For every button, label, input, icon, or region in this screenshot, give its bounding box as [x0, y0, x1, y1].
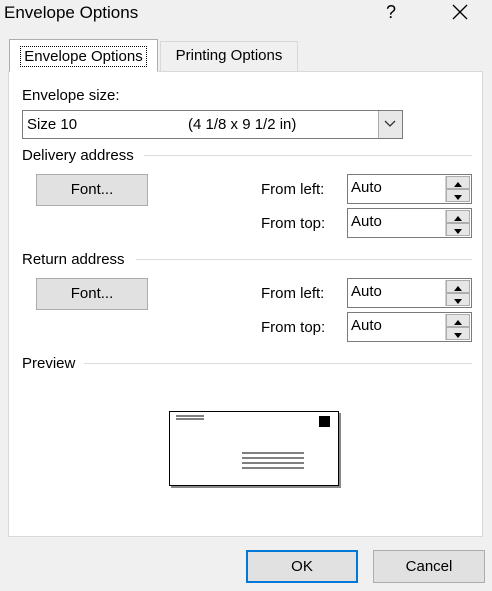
delivery-from-left-stepper[interactable]: Auto — [347, 174, 472, 204]
preview-heading: Preview — [22, 355, 76, 372]
return-from-top-value: Auto — [351, 317, 382, 334]
preview-separator — [84, 363, 472, 364]
envelope-size-label: Envelope size: — [22, 87, 120, 104]
envelope-preview-graphic — [176, 415, 330, 469]
delivery-address-heading: Delivery address — [22, 147, 134, 164]
decrement-button[interactable] — [446, 223, 470, 236]
return-from-top-stepper[interactable]: Auto — [347, 312, 472, 342]
delivery-from-top-value: Auto — [351, 213, 382, 230]
triangle-down-icon — [454, 195, 462, 200]
return-address-heading: Return address — [22, 251, 125, 268]
decrement-button[interactable] — [446, 293, 470, 306]
envelope-size-name: Size 10 — [27, 116, 78, 133]
increment-button[interactable] — [446, 314, 470, 327]
delivery-from-left-value: Auto — [351, 179, 382, 196]
increment-button[interactable] — [446, 280, 470, 293]
dropdown-button[interactable] — [378, 111, 402, 138]
increment-button[interactable] — [446, 176, 470, 189]
delivery-from-left-label: From left: — [261, 181, 325, 198]
return-separator — [136, 259, 472, 260]
return-font-button[interactable]: Font... — [36, 278, 148, 310]
delivery-from-top-stepper[interactable]: Auto — [347, 208, 472, 238]
increment-button[interactable] — [446, 210, 470, 223]
return-from-left-label: From left: — [261, 285, 325, 302]
delivery-font-button[interactable]: Font... — [36, 174, 148, 206]
return-from-left-stepper[interactable]: Auto — [347, 278, 472, 308]
delivery-from-top-label: From top: — [261, 215, 326, 232]
envelope-size-select[interactable]: Size 10 (4 1/8 x 9 1/2 in) — [22, 110, 403, 139]
return-from-top-label: From top: — [261, 319, 326, 336]
envelope-size-dims: (4 1/8 x 9 1/2 in) — [188, 116, 297, 133]
envelope-preview — [169, 411, 339, 486]
triangle-down-icon — [454, 299, 462, 304]
decrement-button[interactable] — [446, 327, 470, 340]
delivery-separator — [144, 155, 472, 156]
triangle-down-icon — [454, 333, 462, 338]
decrement-button[interactable] — [446, 189, 470, 202]
chevron-down-icon — [384, 120, 396, 127]
return-from-left-value: Auto — [351, 283, 382, 300]
triangle-down-icon — [454, 229, 462, 234]
